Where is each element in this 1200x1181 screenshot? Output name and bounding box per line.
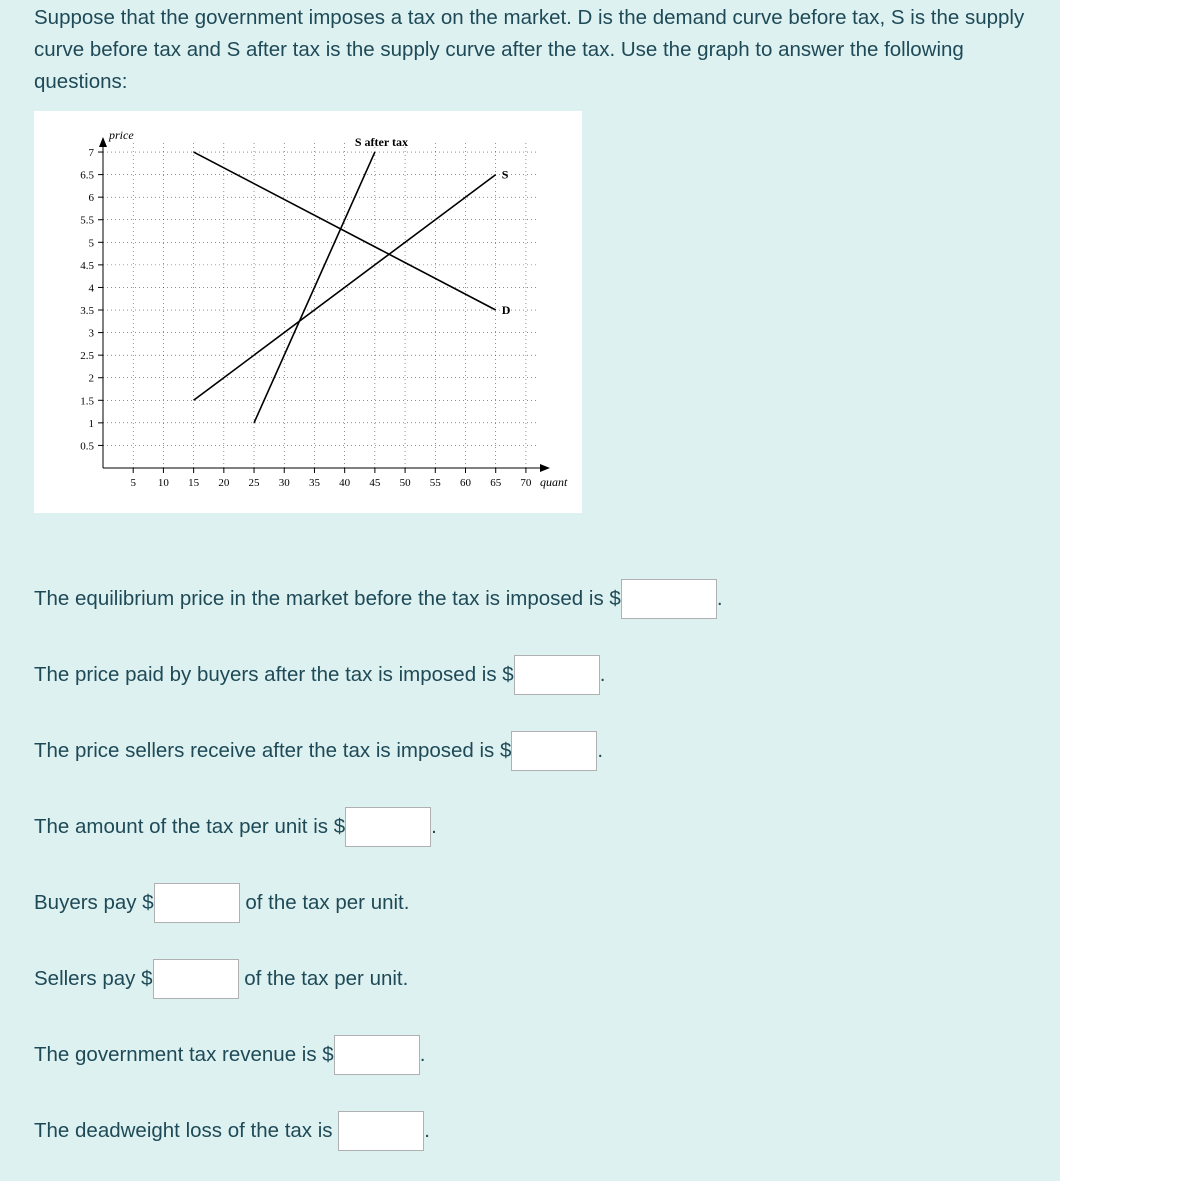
q4-post: .	[431, 811, 437, 843]
svg-text:1.5: 1.5	[80, 396, 94, 408]
svg-text:S: S	[502, 168, 509, 182]
q8-pre: The deadweight loss of the tax is	[34, 1115, 338, 1147]
svg-text:S after tax: S after tax	[355, 135, 408, 149]
svg-text:D: D	[502, 303, 511, 317]
svg-text:65: 65	[490, 477, 502, 489]
page-root: Suppose that the government imposes a ta…	[0, 0, 1200, 1181]
svg-text:3.5: 3.5	[80, 305, 94, 317]
svg-text:5: 5	[89, 238, 95, 250]
svg-text:50: 50	[400, 477, 412, 489]
q5-line: Buyers pay $ of the tax per unit.	[34, 883, 1026, 923]
q6-input[interactable]	[153, 959, 239, 999]
svg-text:15: 15	[188, 477, 200, 489]
q8-post: .	[424, 1115, 430, 1147]
svg-text:10: 10	[158, 477, 170, 489]
svg-text:7: 7	[89, 147, 95, 159]
svg-text:5: 5	[130, 477, 136, 489]
q5-pre: Buyers pay $	[34, 887, 154, 919]
svg-text:25: 25	[249, 477, 261, 489]
svg-text:30: 30	[279, 477, 291, 489]
q4-pre: The amount of the tax per unit is $	[34, 811, 345, 843]
svg-text:2: 2	[89, 373, 95, 385]
q3-line: The price sellers receive after the tax …	[34, 731, 1026, 771]
q6-post: of the tax per unit.	[239, 963, 409, 995]
q7-pre: The government tax revenue is $	[34, 1039, 334, 1071]
q2-post: .	[600, 659, 606, 691]
svg-text:45: 45	[369, 477, 381, 489]
svg-text:70: 70	[520, 477, 532, 489]
question-panel: Suppose that the government imposes a ta…	[0, 0, 1060, 1181]
svg-text:3: 3	[89, 328, 95, 340]
q1-line: The equilibrium price in the market befo…	[34, 579, 1026, 619]
svg-text:1: 1	[89, 418, 95, 430]
q1-post: .	[717, 583, 723, 615]
svg-text:price: price	[108, 128, 134, 142]
q2-line: The price paid by buyers after the tax i…	[34, 655, 1026, 695]
q6-line: Sellers pay $ of the tax per unit.	[34, 959, 1026, 999]
q7-post: .	[420, 1039, 426, 1071]
q5-post: of the tax per unit.	[240, 887, 410, 919]
svg-text:6.5: 6.5	[80, 170, 94, 182]
question-intro: Suppose that the government imposes a ta…	[34, 0, 1026, 97]
q2-pre: The price paid by buyers after the tax i…	[34, 659, 514, 691]
q5-input[interactable]	[154, 883, 240, 923]
svg-text:6: 6	[89, 192, 95, 204]
svg-text:2.5: 2.5	[80, 350, 94, 362]
q8-input[interactable]	[338, 1111, 424, 1151]
svg-text:35: 35	[309, 477, 321, 489]
q3-input[interactable]	[511, 731, 597, 771]
q8-line: The deadweight loss of the tax is .	[34, 1111, 1026, 1151]
svg-text:4: 4	[89, 283, 95, 295]
q2-input[interactable]	[514, 655, 600, 695]
q6-pre: Sellers pay $	[34, 963, 153, 995]
svg-text:0.5: 0.5	[80, 441, 94, 453]
q1-pre: The equilibrium price in the market befo…	[34, 583, 621, 615]
svg-text:4.5: 4.5	[80, 260, 94, 272]
q1-input[interactable]	[621, 579, 717, 619]
q4-line: The amount of the tax per unit is $ .	[34, 807, 1026, 847]
svg-text:5.5: 5.5	[80, 215, 94, 227]
q3-pre: The price sellers receive after the tax …	[34, 735, 511, 767]
q4-input[interactable]	[345, 807, 431, 847]
svg-text:40: 40	[339, 477, 351, 489]
q3-post: .	[597, 735, 603, 767]
q7-input[interactable]	[334, 1035, 420, 1075]
svg-text:55: 55	[430, 477, 442, 489]
q7-line: The government tax revenue is $ .	[34, 1035, 1026, 1075]
svg-text:60: 60	[460, 477, 472, 489]
svg-text:20: 20	[218, 477, 230, 489]
supply-demand-chart: price 0.5 1 1.5 2 2.5 3 3.5 4 4.5 5 5.5 6 6.5 7 5 10 15 20…	[48, 123, 568, 503]
svg-text:quantity: quantity	[540, 475, 568, 489]
chart-container: price 0.5 1 1.5 2 2.5 3 3.5 4 4.5 5 5.5 6 6.5 7 5 10 15 20…	[34, 111, 582, 513]
